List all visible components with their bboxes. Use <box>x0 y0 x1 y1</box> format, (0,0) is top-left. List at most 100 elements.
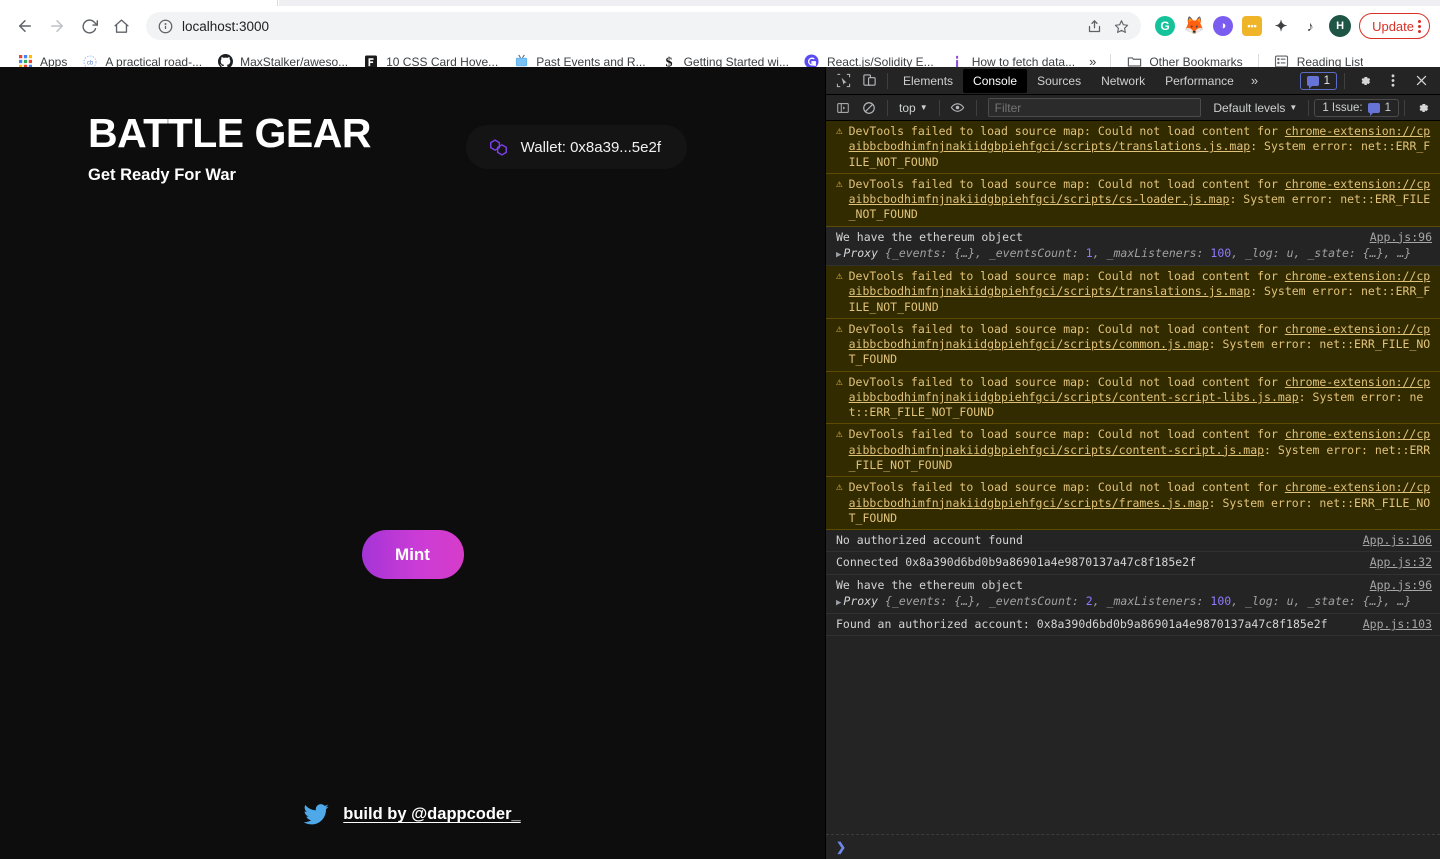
reading-list-extension-icon[interactable]: ♪ <box>1300 16 1320 36</box>
svg-text:cb: cb <box>87 60 94 66</box>
object-prop-number: 1 <box>1085 245 1093 260</box>
console-message-text: No authorized account found <box>836 533 1023 548</box>
console-message[interactable]: ⚠ DevTools failed to load source map: Cou… <box>826 424 1440 478</box>
kebab-menu-icon[interactable] <box>1380 69 1406 93</box>
bookmark-star-icon[interactable] <box>1114 19 1129 34</box>
console-prompt[interactable]: ❯ <box>826 834 1440 859</box>
forward-button[interactable] <box>42 11 72 41</box>
execution-context-selector[interactable]: top ▼ <box>893 98 934 118</box>
puzzle-extension-icon[interactable]: ✦ <box>1271 16 1291 36</box>
warning-triangle-icon: ⚠ <box>836 480 843 494</box>
console-message-source[interactable]: App.js:32 <box>1370 555 1432 570</box>
rabby-extension-icon[interactable]: ◑ <box>1213 16 1234 36</box>
tab-overflow-button[interactable]: » <box>1244 69 1265 93</box>
warning-triangle-icon: ⚠ <box>836 427 843 441</box>
metamask-extension-icon[interactable]: 🦊 <box>1184 16 1205 36</box>
tab-elements[interactable]: Elements <box>893 69 963 93</box>
console-settings-gear-icon[interactable] <box>1410 96 1436 120</box>
console-message[interactable]: ⚠ DevTools failed to load source map: Cou… <box>826 121 1440 174</box>
console-issues-button[interactable]: 1 Issue: 1 <box>1314 98 1399 117</box>
object-type-name: Proxy <box>843 245 885 260</box>
console-message-link[interactable]: chrome-extension://cpaibbcbodhimfnjnakii… <box>849 124 1431 153</box>
console-message[interactable]: We have the ethereum object ▶ Proxy {_even… <box>826 575 1440 614</box>
console-object-preview[interactable]: ▶ Proxy {_events: {…}, _eventsCount: 1, _… <box>836 246 1432 262</box>
console-message[interactable]: Found an authorized account: 0x8a390d6bd… <box>826 614 1440 637</box>
devtools-panel: Elements Console Sources Network Perform… <box>825 67 1440 859</box>
page-viewport: BATTLE GEAR Get Ready For War Wallet: 0x… <box>0 67 825 859</box>
console-message-source[interactable]: App.js:96 <box>1370 578 1432 593</box>
address-bar-text[interactable]: localhost:3000 <box>182 19 269 34</box>
console-message-text: Found an authorized account: 0x8a390d6bd… <box>836 616 1328 631</box>
console-object-preview[interactable]: ▶ Proxy {_events: {…}, _eventsCount: 2, _… <box>836 594 1432 610</box>
polygon-icon <box>488 138 509 157</box>
object-prop-text: {_events: {…}, _eventsCount: <box>884 245 1086 260</box>
device-toolbar-icon[interactable] <box>856 69 882 93</box>
page-title: BATTLE GEAR <box>88 110 372 156</box>
share-icon[interactable] <box>1087 19 1102 34</box>
console-message-link[interactable]: chrome-extension://cpaibbcbodhimfnjnakii… <box>849 427 1431 456</box>
tab-console[interactable]: Console <box>963 68 1028 93</box>
console-message[interactable]: ⚠ DevTools failed to load source map: Cou… <box>826 318 1440 372</box>
message-bubble-icon <box>1306 75 1319 89</box>
actions-divider <box>1344 72 1345 89</box>
active-tab-edge[interactable] <box>0 0 278 6</box>
live-expression-eye-icon[interactable] <box>945 96 971 120</box>
prompt-chevron-icon: ❯ <box>836 840 847 854</box>
console-message[interactable]: ⚠ DevTools failed to load source map: Cou… <box>826 173 1440 227</box>
console-message-source[interactable]: App.js:106 <box>1363 533 1432 548</box>
notes-extension-icon[interactable]: ••• <box>1242 16 1263 36</box>
profile-avatar[interactable]: H <box>1329 15 1352 37</box>
gear-icon[interactable] <box>1352 69 1378 93</box>
console-message-source[interactable]: App.js:96 <box>1370 230 1432 245</box>
console-message-link[interactable]: chrome-extension://cpaibbcbodhimfnjnakii… <box>849 480 1431 509</box>
console-message-link[interactable]: chrome-extension://cpaibbcbodhimfnjnakii… <box>849 322 1431 351</box>
console-message[interactable]: No authorized account found App.js:106 <box>826 530 1440 553</box>
console-message[interactable]: We have the ethereum object ▶ Proxy {_even… <box>826 227 1440 266</box>
home-button[interactable] <box>106 11 136 41</box>
console-message[interactable]: ⚠ DevTools failed to load source map: Cou… <box>826 477 1440 531</box>
object-prop-number: 100 <box>1210 245 1232 260</box>
tab-network[interactable]: Network <box>1091 69 1155 93</box>
footer-credit-link[interactable]: build by @dappcoder_ <box>343 805 520 824</box>
filter-input[interactable] <box>987 98 1202 117</box>
tab-performance[interactable]: Performance <box>1155 69 1244 93</box>
console-message[interactable]: Connected 0x8a390d6bd0b9a86901a4e9870137… <box>826 552 1440 575</box>
warning-triangle-icon: ⚠ <box>836 176 843 190</box>
close-icon[interactable] <box>1408 69 1434 93</box>
reload-button[interactable] <box>74 11 104 41</box>
tab-strip-background <box>279 0 1440 6</box>
issues-badge-count: 1 <box>1323 74 1330 87</box>
console-message-link[interactable]: chrome-extension://cpaibbcbodhimfnjnakii… <box>849 269 1431 298</box>
console-message[interactable]: ⚠ DevTools failed to load source map: Cou… <box>826 371 1440 425</box>
brand-block: BATTLE GEAR Get Ready For War <box>88 110 372 185</box>
extensions-tray: G 🦊 ◑ ••• ✦ ♪ H <box>1151 15 1352 37</box>
chevron-down-icon: ▼ <box>919 103 928 112</box>
console-message-link[interactable]: chrome-extension://cpaibbcbodhimfnjnakii… <box>849 375 1431 404</box>
console-message-link[interactable]: chrome-extension://cpaibbcbodhimfnjnakii… <box>849 177 1431 206</box>
console-message-text: DevTools failed to load source map: Coul… <box>848 321 1431 367</box>
tab-sources[interactable]: Sources <box>1027 69 1091 93</box>
grammarly-extension-icon[interactable]: G <box>1155 16 1176 36</box>
devtools-tab-bar: Elements Console Sources Network Perform… <box>826 67 1440 95</box>
console-message-text: DevTools failed to load source map: Coul… <box>848 480 1431 525</box>
page-subtitle: Get Ready For War <box>88 165 236 184</box>
inspect-cursor-icon[interactable] <box>830 69 856 93</box>
expand-triangle-icon[interactable]: ▶ <box>836 250 841 260</box>
update-button[interactable]: Update <box>1359 13 1430 39</box>
console-sidebar-icon[interactable] <box>830 96 856 120</box>
console-message-text: DevTools failed to load source map: Coul… <box>848 427 1431 473</box>
mint-button[interactable]: Mint <box>361 530 464 579</box>
console-message-source[interactable]: App.js:103 <box>1363 617 1432 632</box>
back-button[interactable] <box>10 11 40 41</box>
execution-context-label: top <box>899 100 916 115</box>
console-message-list[interactable]: ⚠ DevTools failed to load source map: Cou… <box>826 121 1440 834</box>
issues-badge[interactable]: 1 <box>1299 71 1337 90</box>
wallet-chip[interactable]: Wallet: 0x8a39...5e2f <box>465 125 687 169</box>
address-bar[interactable]: localhost:3000 <box>146 12 1142 40</box>
log-levels-selector[interactable]: Default levels ▼ <box>1207 98 1303 118</box>
console-message[interactable]: ⚠ DevTools failed to load source map: Cou… <box>826 265 1440 319</box>
expand-triangle-icon[interactable]: ▶ <box>836 598 841 608</box>
clear-console-icon[interactable] <box>856 96 882 120</box>
info-circle-icon[interactable] <box>158 19 173 34</box>
update-kebab-icon[interactable] <box>1418 19 1421 33</box>
